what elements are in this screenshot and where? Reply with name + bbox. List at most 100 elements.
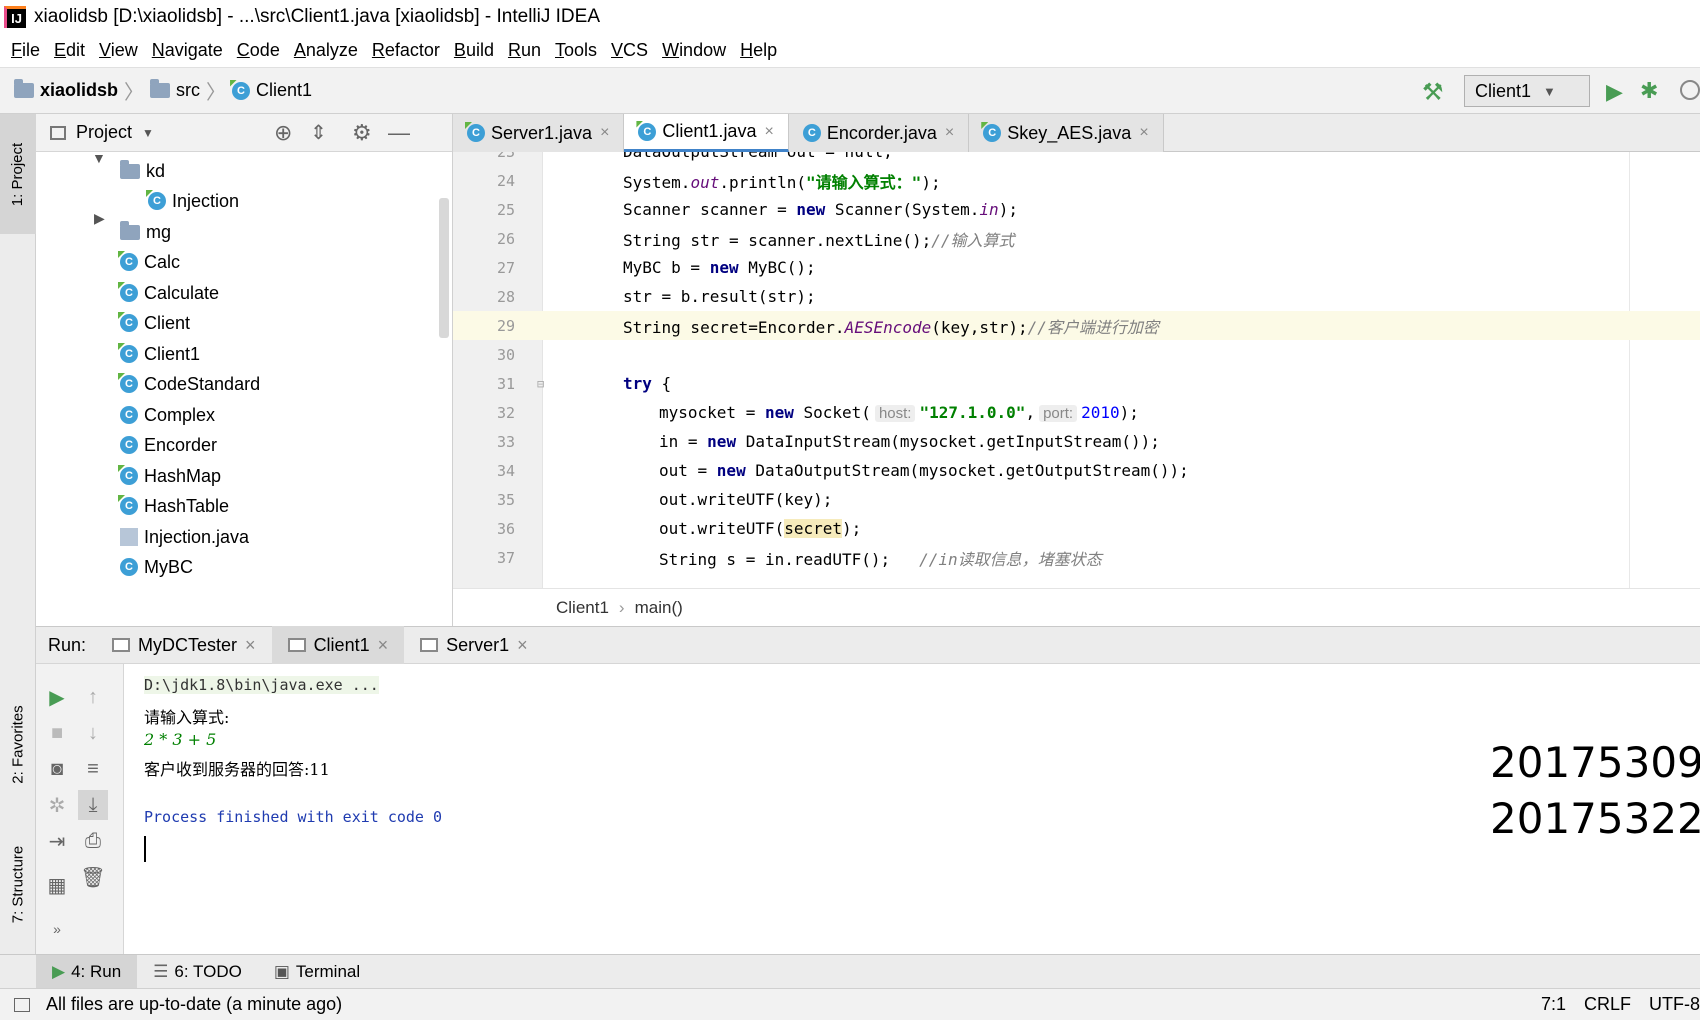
collapse-all-icon[interactable]: ⇕ [310,120,327,145]
tab-skey-aes-java[interactable]: C Skey_AES.java × [969,114,1164,152]
tree-item-folder[interactable]: mg [120,217,171,247]
menu-tools[interactable]: Tools [555,40,597,61]
exit-icon[interactable]: ⇥ [42,826,72,856]
code-line[interactable]: 32 mysocket = new Socket(host: "127.1.0.0"… [453,398,1700,427]
crumb-class[interactable]: Client1 [556,598,609,618]
menu-view[interactable]: View [99,40,138,61]
settings-icon[interactable]: ✲ [42,790,72,820]
code-line-current[interactable]: 29 String secret=Encorder.AESEncode(key,s… [453,311,1700,340]
code-editor[interactable]: 23DataOutputStream out = null; 24System.… [453,152,1700,588]
code-line[interactable]: 35 out.writeUTF(key); [453,485,1700,514]
close-icon[interactable]: × [945,124,954,142]
console-output[interactable]: D:\jdk1.8\bin\java.exe ... 请输入算式: 2 * 3 … [124,664,1700,954]
tree-item-class[interactable]: C Complex [120,400,215,430]
coverage-icon[interactable] [1680,80,1700,100]
menu-run[interactable]: Run [508,40,541,61]
breadcrumb-project[interactable]: xiaolidsb [14,79,118,101]
tool-tab-todo[interactable]: ☰ 6: TODO [137,955,258,989]
build-hammer-icon[interactable]: ⚒ [1422,78,1444,107]
run-tab-mydctester[interactable]: MyDCTester × [96,626,272,664]
project-scrollbar[interactable] [439,198,449,338]
structure-tool-tab[interactable]: 7: Structure [0,814,36,954]
rerun-icon[interactable]: ▶ [42,682,72,712]
code-line[interactable]: 23DataOutputStream out = null; [453,152,1700,166]
code-line[interactable]: 27 MyBC b = new MyBC(); [453,253,1700,282]
run-tab-server1[interactable]: Server1 × [404,626,544,664]
tree-item-class[interactable]: C HashTable [120,491,229,521]
chevron-right-icon[interactable]: ▶ [94,210,105,227]
close-icon[interactable]: × [764,123,773,141]
tool-tab-run[interactable]: ▶ 4: Run [36,954,138,989]
fold-marker-icon[interactable]: ⊟ [537,377,544,391]
favorites-tool-tab[interactable]: 2: Favorites [0,654,36,834]
stop-icon[interactable]: ■ [42,718,72,748]
breadcrumb-file[interactable]: C Client1 [232,80,312,101]
tab-client1-java[interactable]: C Client1.java × [624,114,789,152]
caret-position[interactable]: 7:1 [1541,994,1566,1015]
code-line[interactable]: 36 out.writeUTF(secret); [453,514,1700,543]
hide-panel-icon[interactable]: — [388,120,410,146]
trash-icon[interactable]: 🗑 [78,862,108,892]
menu-file[interactable]: File [11,40,40,61]
menu-refactor[interactable]: Refactor [372,40,440,61]
tree-item-class[interactable]: C CodeStandard [120,369,260,399]
scroll-to-end-icon[interactable]: ⤓ [78,790,108,820]
menu-navigate[interactable]: Navigate [152,40,223,61]
tree-item-class[interactable]: C Client1 [120,339,200,369]
tree-item-class[interactable]: C Encorder [120,430,217,460]
tree-item-class[interactable]: C Injection [148,186,239,216]
layout-icon[interactable]: ▦ [42,870,72,900]
breadcrumb-folder[interactable]: src [150,79,200,101]
code-line[interactable]: 37 String s = in.readUTF(); //in读取信息，堵塞状态 [453,543,1700,572]
code-line[interactable]: 25 Scanner scanner = new Scanner(System.i… [453,195,1700,224]
tab-server1-java[interactable]: C Server1.java × [453,114,625,152]
down-arrow-icon[interactable]: ↓ [78,718,108,748]
tab-encorder-java[interactable]: C Encorder.java × [788,114,970,152]
camera-icon[interactable]: ◙ [42,754,72,784]
print-icon[interactable]: ⎙ [78,826,108,856]
code-line[interactable]: 34 out = new DataOutputStream(mysocket.ge… [453,456,1700,485]
close-icon[interactable]: × [245,635,256,656]
code-line[interactable]: 30 [453,340,1700,369]
soft-wrap-icon[interactable]: ≡ [78,754,108,784]
tree-item-file[interactable]: Injection.java [120,522,249,552]
close-icon[interactable]: × [1139,124,1148,142]
code-line[interactable]: 26 String str = scanner.nextLine();//输入算式 [453,224,1700,253]
tree-item-class[interactable]: C MyBC [120,552,193,582]
code-line[interactable]: 33 in = new DataInputStream(mysocket.getI… [453,427,1700,456]
tree-item-class[interactable]: C Calc [120,247,180,277]
code-line[interactable]: 31 ⊟ try { [453,369,1700,398]
code-line[interactable]: 24 System.out.println("请输入算式："); [453,166,1700,195]
status-toggle-icon[interactable] [14,997,30,1012]
menu-edit[interactable]: Edit [54,40,85,61]
close-icon[interactable]: × [517,635,528,656]
more-chevron-icon[interactable]: » [42,914,72,944]
close-icon[interactable]: × [600,124,609,142]
menu-vcs[interactable]: VCS [611,40,648,61]
up-arrow-icon[interactable]: ↑ [78,682,108,712]
crumb-method[interactable]: main() [635,598,683,618]
run-configuration-select[interactable]: Client1 ▼ [1464,75,1590,107]
menu-window[interactable]: Window [662,40,726,61]
project-panel-title[interactable]: Project [76,122,132,143]
run-tab-client1[interactable]: Client1 × [271,626,405,664]
gear-icon[interactable]: ⚙ [352,120,372,146]
menu-code[interactable]: Code [237,40,280,61]
line-separator[interactable]: CRLF [1584,994,1631,1015]
chevron-down-icon[interactable]: ▼ [92,150,106,166]
menu-help[interactable]: Help [740,40,777,61]
menu-analyze[interactable]: Analyze [294,40,358,61]
tree-item-class[interactable]: C Client [120,308,190,338]
tree-item-folder[interactable]: kd [120,156,165,186]
debug-bug-icon[interactable]: ✱ [1640,78,1658,104]
file-encoding[interactable]: UTF-8 [1649,994,1700,1015]
menu-build[interactable]: Build [454,40,494,61]
chevron-down-icon[interactable]: ▼ [142,126,154,140]
tool-tab-terminal[interactable]: ▣ Terminal [258,955,376,989]
tree-item-class[interactable]: C Calculate [120,278,219,308]
run-play-icon[interactable]: ▶ [1606,79,1623,105]
close-icon[interactable]: × [378,635,389,656]
tree-item-class[interactable]: C HashMap [120,461,221,491]
code-line[interactable]: 28 str = b.result(str); [453,282,1700,311]
project-tool-tab[interactable]: 1: Project [0,114,36,234]
